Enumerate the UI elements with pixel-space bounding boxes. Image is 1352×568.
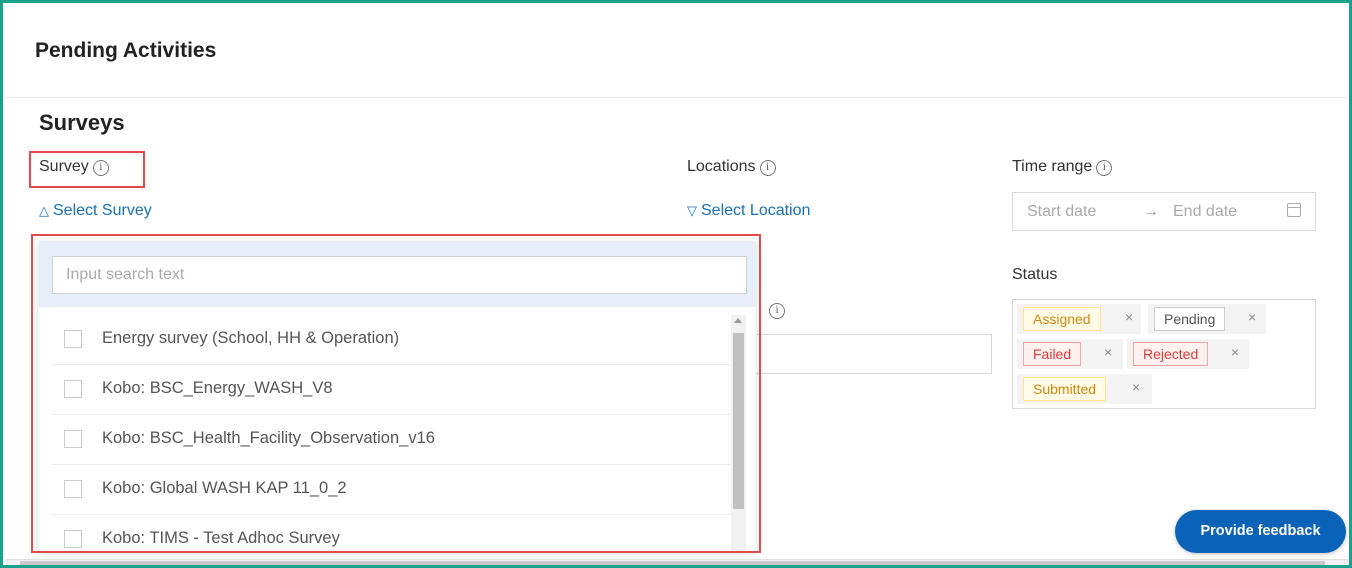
status-tag: Assigned × (1017, 304, 1141, 334)
status-select[interactable]: Assigned × Pending × Failed × Rejected ×… (1012, 299, 1316, 409)
chevron-down-icon: ▽ (687, 203, 697, 218)
chevron-up-icon: △ (39, 203, 49, 218)
info-icon[interactable]: i (1096, 160, 1113, 176)
info-icon[interactable]: i (759, 160, 776, 176)
arrow-right-icon: → (1143, 203, 1159, 220)
status-tag-failed: Failed (1023, 342, 1082, 366)
status-tag-rejected: Rejected (1133, 342, 1209, 366)
select-survey-label: Select Survey (53, 202, 152, 219)
select-survey-toggle[interactable]: △ Select Survey (39, 202, 152, 220)
select-location-label: Select Location (701, 202, 811, 219)
page-title: Pending Activities (35, 39, 217, 62)
locations-label-text: Locations (687, 158, 756, 175)
date-range-picker[interactable]: Start date → End date (1012, 192, 1316, 231)
remove-tag-icon[interactable]: × (1132, 379, 1140, 395)
time-range-label: Time range i (1012, 158, 1113, 176)
survey-label-highlight (29, 151, 145, 188)
app-frame: Pending Activities Surveys Survey i △ Sele… (0, 0, 1352, 568)
provide-feedback-button[interactable]: Provide feedback (1175, 510, 1346, 553)
calendar-icon[interactable] (1287, 203, 1301, 217)
page-header: Pending Activities (6, 6, 1346, 98)
status-tag-pending: Pending (1154, 307, 1226, 331)
info-icon[interactable]: i (769, 303, 785, 319)
hidden-filter-input[interactable] (753, 334, 992, 374)
dropdown-highlight (31, 234, 761, 553)
section-title: Surveys (39, 110, 125, 135)
locations-label: Locations i (687, 158, 776, 176)
time-range-label-text: Time range (1012, 158, 1093, 175)
status-label: Status (1012, 266, 1058, 283)
start-date-input[interactable]: Start date (1027, 203, 1096, 221)
select-location-toggle[interactable]: ▽ Select Location (687, 202, 810, 220)
remove-tag-icon[interactable]: × (1231, 344, 1239, 360)
status-tag: Submitted × (1017, 374, 1152, 404)
remove-tag-icon[interactable]: × (1104, 344, 1112, 360)
status-tag: Failed × (1017, 339, 1123, 369)
status-tag-submitted: Submitted (1023, 377, 1107, 401)
remove-tag-icon[interactable]: × (1248, 309, 1256, 325)
horizontal-scrollbar[interactable] (6, 559, 1349, 565)
horizontal-scrollbar-thumb[interactable] (20, 561, 1325, 565)
status-tag: Pending × (1148, 304, 1266, 334)
end-date-input[interactable]: End date (1173, 203, 1237, 221)
remove-tag-icon[interactable]: × (1125, 309, 1133, 325)
status-tag-assigned: Assigned (1023, 307, 1101, 331)
status-tag: Rejected × (1127, 339, 1249, 369)
